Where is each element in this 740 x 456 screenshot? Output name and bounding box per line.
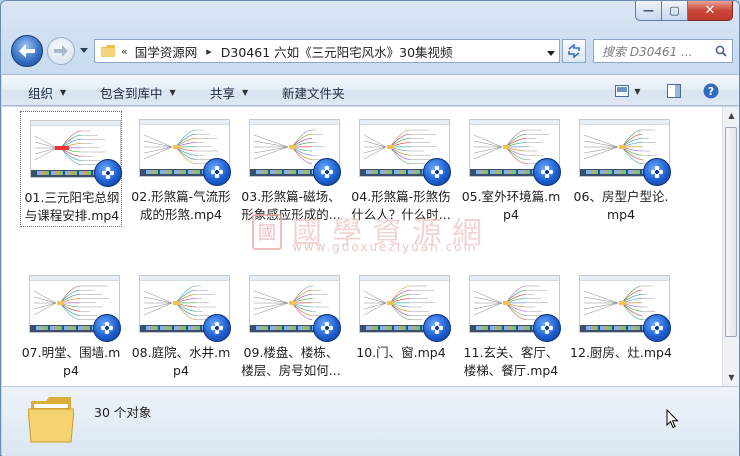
media-player-icon	[643, 314, 671, 342]
chevron-down-icon	[547, 51, 555, 56]
breadcrumb-item-root[interactable]: 国学资源网	[135, 42, 198, 61]
folder-icon	[101, 45, 115, 57]
address-bar[interactable]: « 国学资源网 ▸ D30461 六如《三元阳宅风水》30集视频	[94, 39, 560, 63]
media-player-icon	[313, 314, 341, 342]
include-in-library-menu[interactable]: 包含到库中 ▼	[100, 83, 176, 102]
minimize-button[interactable]: —	[635, 1, 662, 21]
file-name: 05.室外环境篇.mp4	[461, 189, 561, 222]
file-name: 01.三元阳宅总纲与课程安排.mp4	[24, 190, 120, 223]
chevron-down-icon	[80, 48, 88, 53]
command-bar: 组织 ▼ 包含到库中 ▼ 共享 ▼ 新建文件夹 ▼ ?	[2, 74, 739, 106]
scrollbar-thumb[interactable]	[725, 127, 737, 337]
file-name: 10.门、窗.mp4	[356, 345, 446, 360]
file-name: 06、房型户型论.mp4	[573, 189, 669, 222]
back-button[interactable]	[11, 35, 43, 67]
mouse-cursor-icon	[666, 409, 679, 429]
file-name: 04.形煞篇-形煞伤什么人？什么时...	[351, 189, 451, 222]
organize-menu[interactable]: 组织 ▼	[28, 83, 66, 102]
file-item[interactable]: 01.三元阳宅总纲与课程安排.mp4	[20, 111, 122, 227]
item-count: 30 个对象	[94, 405, 152, 420]
file-name: 03.形煞篇-磁场、形象感应形成的...	[241, 189, 341, 222]
refresh-button[interactable]	[562, 39, 586, 63]
search-icon[interactable]	[710, 40, 732, 62]
media-player-icon	[423, 158, 451, 186]
file-item[interactable]: 02.形煞篇-气流形成的形煞.mp4	[130, 111, 232, 227]
new-folder-label: 新建文件夹	[282, 86, 345, 101]
view-icon	[615, 85, 630, 97]
media-player-icon	[93, 314, 121, 342]
file-name: 07.明堂、围墙.mp4	[21, 345, 121, 378]
file-name: 12.厨房、灶.mp4	[570, 345, 672, 360]
breadcrumb-overflow[interactable]: «	[119, 45, 135, 58]
media-player-icon	[533, 158, 561, 186]
search-input[interactable]: 搜索 D30461 ...	[593, 39, 733, 63]
file-name: 02.形煞篇-气流形成的形煞.mp4	[131, 189, 231, 222]
media-player-icon	[94, 159, 122, 187]
details-pane: 30 个对象	[2, 386, 739, 456]
chevron-down-icon: ▼	[169, 88, 176, 97]
chevron-down-icon: ▼	[634, 86, 641, 96]
media-player-icon	[533, 314, 561, 342]
file-item[interactable]: 12.厨房、灶.mp4	[570, 267, 672, 383]
scroll-down-icon[interactable]: ▼	[723, 369, 739, 386]
share-menu[interactable]: 共享 ▼	[210, 83, 248, 102]
svg-text:?: ?	[708, 85, 714, 98]
file-item[interactable]: 10.门、窗.mp4	[350, 267, 452, 383]
recent-pages-dropdown[interactable]	[79, 45, 89, 57]
breadcrumb-item-current[interactable]: D30461 六如《三元阳宅风水》30集视频	[221, 42, 453, 61]
help-button[interactable]: ?	[700, 80, 722, 102]
refresh-icon	[568, 44, 580, 58]
chevron-down-icon: ▼	[242, 88, 249, 97]
file-item[interactable]: 11.玄关、客厅、楼梯、餐厅.mp4	[460, 267, 562, 383]
media-player-icon	[643, 158, 671, 186]
close-button[interactable]: ✕	[688, 1, 733, 21]
file-name: 08.庭院、水井.mp4	[131, 345, 231, 378]
file-item[interactable]: 07.明堂、围墙.mp4	[20, 267, 122, 383]
share-label: 共享	[210, 86, 236, 101]
media-player-icon	[203, 158, 231, 186]
file-item[interactable]: 08.庭院、水井.mp4	[130, 267, 232, 383]
organize-label: 组织	[28, 86, 54, 101]
help-icon: ?	[703, 83, 719, 99]
change-view-button[interactable]: ▼	[610, 80, 646, 102]
folder-icon	[28, 397, 74, 443]
navigation-bar: « 国学资源网 ▸ D30461 六如《三元阳宅风水》30集视频 搜索 D304…	[1, 32, 740, 70]
file-item[interactable]: 09.楼盘、楼栋、楼层、房号如何...	[240, 267, 342, 383]
media-player-icon	[423, 314, 451, 342]
preview-pane-icon	[667, 84, 681, 98]
media-player-icon	[313, 158, 341, 186]
file-item[interactable]: 03.形煞篇-磁场、形象感应形成的...	[240, 111, 342, 227]
file-name: 09.楼盘、楼栋、楼层、房号如何...	[241, 345, 341, 378]
breadcrumb-separator[interactable]: ▸	[197, 45, 221, 58]
vertical-scrollbar[interactable]: ▲ ▼	[722, 107, 739, 386]
new-folder-button[interactable]: 新建文件夹	[282, 83, 345, 102]
search-placeholder: 搜索 D30461 ...	[602, 44, 693, 59]
maximize-button[interactable]: ▢	[662, 1, 688, 21]
file-list: 01.三元阳宅总纲与课程安排.mp4 02.形煞篇-气流形成的形煞.mp4 03.形…	[2, 107, 739, 386]
file-item[interactable]: 06、房型户型论.mp4	[570, 111, 672, 227]
file-item[interactable]: 04.形煞篇-形煞伤什么人？什么时...	[350, 111, 452, 227]
address-dropdown[interactable]	[547, 46, 555, 60]
watermark-url: www.guoxueziyuan.com	[292, 240, 478, 254]
file-name: 11.玄关、客厅、楼梯、餐厅.mp4	[463, 345, 559, 378]
chevron-down-icon: ▼	[60, 88, 67, 97]
explorer-window: — ▢ ✕ « 国学资源网 ▸ D30461 六如《三元阳宅风水》30集视频 搜…	[0, 0, 740, 456]
caption-buttons: — ▢ ✕	[635, 1, 733, 21]
preview-pane-button[interactable]	[662, 80, 686, 102]
file-item[interactable]: 05.室外环境篇.mp4	[460, 111, 562, 227]
forward-arrow-icon	[54, 45, 68, 57]
include-library-label: 包含到库中	[100, 86, 163, 101]
scroll-up-icon[interactable]: ▲	[723, 107, 739, 124]
back-arrow-icon	[19, 44, 35, 58]
forward-button[interactable]	[47, 37, 75, 65]
media-player-icon	[203, 314, 231, 342]
